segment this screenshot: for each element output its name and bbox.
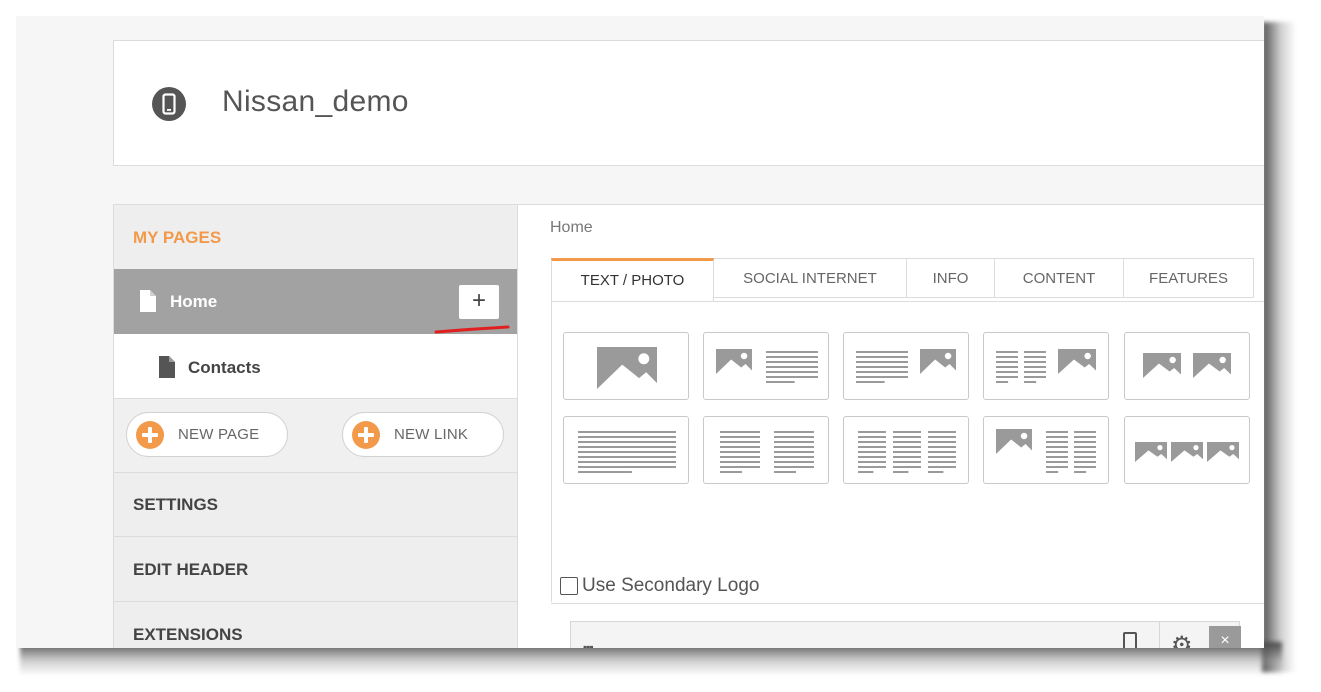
tab-text-photo[interactable]: TEXT / PHOTO [551,258,714,302]
module-toolbar: ▪▪▪ ⚙ × [570,621,1241,648]
grip-icon[interactable]: ▪▪▪ [583,640,594,648]
sidebar-item-home[interactable]: Home + [114,269,518,334]
divider [1159,622,1160,648]
app-title: Nissan_demo [222,85,409,118]
sidebar-item-settings[interactable]: SETTINGS [114,473,518,537]
layout-thumbnail-icon [996,349,1096,383]
page-editor: Home TEXT / PHOTO SOCIAL INTERNET INFO C… [517,204,1264,648]
layout-option-text-image[interactable] [843,332,969,400]
tab-social-internet[interactable]: SOCIAL INTERNET [714,258,907,298]
phone-icon[interactable] [1123,632,1137,648]
new-link-label: NEW LINK [394,426,469,443]
sidebar-item-edit-header[interactable]: EDIT HEADER [114,538,518,602]
sidebar-item-contacts[interactable]: Contacts [114,334,518,399]
page-icon [157,355,177,384]
layout-option-image-text[interactable] [703,332,829,400]
divider [551,603,1264,604]
new-page-button[interactable]: NEW PAGE [126,412,288,457]
tab-bar: TEXT / PHOTO SOCIAL INTERNET INFO CONTEN… [551,258,1254,302]
close-button[interactable]: × [1209,626,1241,648]
tab-content[interactable]: CONTENT [995,258,1124,298]
layout-option-text-only[interactable] [563,416,689,484]
new-page-label: NEW PAGE [178,426,260,443]
secondary-logo-checkbox[interactable] [560,577,578,595]
sidebar: MY PAGES Home + Contacts NEW PAGE NEW LI… [113,204,518,648]
screenshot-shadow-right [1262,22,1296,672]
layout-thumbnail-icon [858,431,956,473]
app-header: Nissan_demo [113,40,1264,166]
tab-info[interactable]: INFO [907,258,995,298]
layout-option-three-images[interactable] [1124,416,1250,484]
layout-option-two-text-columns[interactable] [703,416,829,484]
tab-features[interactable]: FEATURES [1124,258,1254,298]
layout-thumbnail-icon [1143,353,1231,378]
sidebar-item-label: Home [170,292,218,311]
layout-thumbnail-icon [856,349,956,383]
layout-thumbnail-icon [578,431,676,473]
layout-thumbnail-icon [720,431,814,473]
page-icon [138,289,158,318]
layout-thumbnail-icon [1135,442,1239,462]
layout-option-image-only[interactable] [563,332,689,400]
breadcrumb: Home [550,219,593,236]
secondary-logo-option[interactable]: Use Secondary Logo [560,575,759,597]
add-subpage-button[interactable]: + [459,285,499,319]
layout-thumbnail-icon [996,429,1096,473]
gear-icon[interactable]: ⚙ [1171,631,1193,648]
layout-option-two-images[interactable] [1124,332,1250,400]
my-pages-heading: MY PAGES [133,228,222,247]
secondary-logo-label: Use Secondary Logo [582,575,760,596]
app-screenshot: Nissan_demo MY PAGES Home + Contacts NEW… [16,16,1264,648]
sidebar-item-label: Contacts [188,358,261,377]
add-circle-icon [136,420,164,449]
sidebar-item-extensions[interactable]: EXTENSIONS [114,603,518,648]
page-actions: NEW PAGE NEW LINK [114,399,518,473]
layout-option-two-columns-image[interactable] [983,332,1109,400]
layout-thumbnail-icon [716,349,818,383]
new-link-button[interactable]: NEW LINK [342,412,504,457]
layout-option-three-text-columns[interactable] [843,416,969,484]
add-circle-icon [352,420,380,449]
phone-icon [152,87,186,121]
layout-thumbnail-icon [597,347,657,389]
layout-option-image-two-columns[interactable] [983,416,1109,484]
